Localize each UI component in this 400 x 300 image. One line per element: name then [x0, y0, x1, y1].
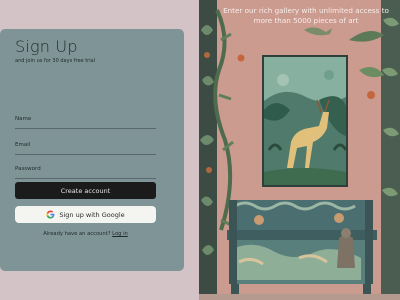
page-subtitle: and join us for 30 days free trial: [15, 58, 96, 64]
gallery-room-image: [199, 0, 400, 300]
gallery-tagline: Enter our rich gallery with unlimited ac…: [223, 6, 389, 25]
create-account-button[interactable]: Create account: [15, 182, 156, 199]
email-field: Email: [15, 142, 156, 155]
login-link[interactable]: Log in: [112, 231, 128, 237]
page-title: Sign Up: [15, 37, 78, 56]
google-signup-button[interactable]: Sign up with Google: [15, 206, 156, 223]
gallery-photo: [199, 0, 400, 300]
login-prompt: Already have an account? Log in: [15, 231, 156, 237]
google-logo-icon: [46, 210, 55, 219]
google-signup-label: Sign up with Google: [59, 210, 125, 219]
create-account-label: Create account: [60, 186, 111, 195]
signup-card: Sign Up and join us for 30 days free tri…: [0, 29, 184, 271]
name-field: Name: [15, 116, 156, 129]
password-input[interactable]: [15, 172, 156, 179]
email-input[interactable]: [15, 148, 156, 155]
name-input[interactable]: [15, 122, 156, 129]
login-prompt-text: Already have an account?: [43, 231, 111, 237]
password-field: Password: [15, 166, 156, 179]
